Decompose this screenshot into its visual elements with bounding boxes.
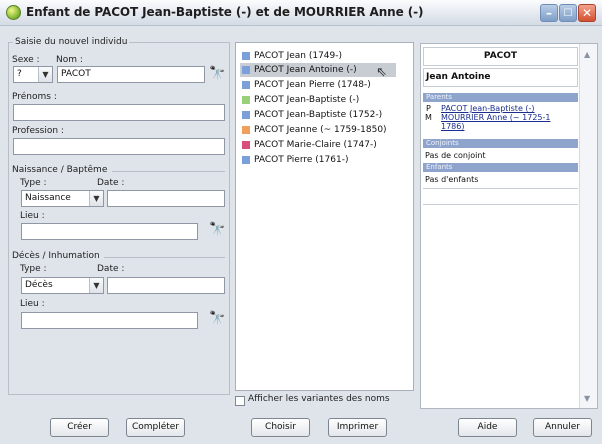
list-item-label: PACOT Jean-Baptiste (1752-): [254, 110, 383, 120]
list-item[interactable]: PACOT Jean (1749-): [240, 49, 396, 63]
nom-input[interactable]: PACOT: [57, 66, 205, 83]
person-color-marker: [242, 111, 250, 119]
divider: [112, 171, 225, 172]
prenoms-input[interactable]: [13, 104, 225, 121]
binoculars-icon[interactable]: 🔭: [209, 312, 225, 326]
father-link[interactable]: PACOT Jean-Baptiste (-): [441, 104, 535, 113]
list-item-label: PACOT Jean Antoine (-): [254, 65, 357, 75]
deces-date-input[interactable]: [107, 277, 225, 294]
list-item-label: PACOT Jean-Baptiste (-): [254, 95, 360, 105]
mother-prefix: M: [425, 113, 432, 122]
choisir-button[interactable]: Choisir: [251, 418, 310, 437]
maximize-button[interactable]: ☐: [559, 4, 577, 22]
name-variants-label: Afficher les variantes des noms: [248, 394, 390, 404]
imprimer-button[interactable]: Imprimer: [328, 418, 387, 437]
naissance-lieu-label: Lieu :: [20, 211, 45, 221]
detail-surname: PACOT: [483, 51, 518, 61]
profession-input[interactable]: [13, 138, 225, 155]
father-prefix: P: [426, 104, 431, 113]
person-color-marker: [242, 126, 250, 134]
naissance-type-value: Naissance: [25, 193, 71, 203]
enfants-header: Enfants: [423, 163, 578, 172]
list-item[interactable]: PACOT Pierre (1761-): [240, 153, 396, 167]
naissance-type-label: Type :: [20, 178, 47, 188]
naissance-date-input[interactable]: [107, 190, 225, 207]
list-item[interactable]: PACOT Jean-Baptiste (-): [240, 93, 396, 107]
list-item[interactable]: PACOT Jeanne (~ 1759-1850): [240, 123, 396, 137]
conjoints-header: Conjoints: [423, 139, 578, 148]
deces-type-label: Type :: [20, 264, 47, 274]
binoculars-icon[interactable]: 🔭: [209, 67, 225, 81]
chevron-down-icon: ▼: [89, 191, 103, 206]
chevron-down-icon: ▼: [38, 67, 52, 82]
person-color-marker: [242, 141, 250, 149]
person-color-marker: [242, 52, 250, 60]
divider: [423, 204, 578, 205]
list-item-label: PACOT Jean (1749-): [254, 51, 343, 61]
person-color-marker: [242, 156, 250, 164]
person-color-marker: [242, 96, 250, 104]
naissance-type-select[interactable]: Naissance ▼: [21, 190, 104, 207]
scroll-down-icon[interactable]: ▼: [584, 394, 590, 403]
sexe-select[interactable]: ? ▼: [13, 66, 53, 83]
deces-lieu-input[interactable]: [21, 312, 198, 329]
mouse-cursor-icon: ⇖: [376, 65, 387, 80]
deces-type-select[interactable]: Décès ▼: [21, 277, 104, 294]
name-variants-checkbox[interactable]: [235, 396, 245, 406]
list-item-label: PACOT Pierre (1761-): [254, 155, 349, 165]
deces-title: Décès / Inhumation: [12, 251, 100, 261]
sexe-value: ?: [17, 69, 22, 79]
binoculars-icon[interactable]: 🔭: [209, 223, 225, 237]
aide-button[interactable]: Aide: [458, 418, 517, 437]
scroll-up-icon[interactable]: ▲: [584, 50, 590, 59]
list-item-label: PACOT Marie-Claire (1747-): [254, 140, 377, 150]
prenoms-label: Prénoms :: [12, 92, 57, 102]
divider: [423, 188, 578, 189]
conjoints-text: Pas de conjoint: [425, 151, 486, 160]
parents-header: Parents: [423, 93, 578, 102]
deces-type-value: Décès: [25, 280, 53, 290]
app-icon: [6, 5, 21, 20]
creer-button[interactable]: Créer: [50, 418, 109, 437]
list-item-label: PACOT Jeanne (~ 1759-1850): [254, 125, 387, 135]
naissance-title: Naissance / Baptême: [12, 165, 108, 175]
list-item-label: PACOT Jean Pierre (1748-): [254, 80, 371, 90]
enfants-text: Pas d'enfants: [425, 175, 479, 184]
minimize-button[interactable]: –: [540, 4, 558, 22]
detail-scrollbar[interactable]: ▲ ▼: [579, 44, 597, 408]
deces-date-label: Date :: [97, 264, 125, 274]
annuler-button[interactable]: Annuler: [533, 418, 592, 437]
window-title: Enfant de PACOT Jean-Baptiste (-) et de …: [26, 5, 424, 19]
list-item[interactable]: PACOT Marie-Claire (1747-): [240, 138, 396, 152]
completer-button[interactable]: Compléter: [126, 418, 185, 437]
mother-link[interactable]: MOURRIER Anne (~ 1725-1: [441, 113, 550, 122]
new-person-form: Saisie du nouvel individu Sexe : Nom : ?…: [8, 37, 230, 395]
sexe-label: Sexe :: [12, 55, 40, 65]
mother-link-continued[interactable]: 1786): [441, 122, 464, 131]
deces-lieu-label: Lieu :: [20, 299, 45, 309]
chevron-down-icon: ▼: [89, 278, 103, 293]
list-item[interactable]: PACOT Jean Pierre (1748-): [240, 78, 396, 92]
detail-given-name: Jean Antoine: [426, 72, 491, 82]
person-color-marker: [242, 66, 250, 74]
divider: [104, 257, 225, 258]
close-button[interactable]: ✕: [578, 4, 596, 22]
naissance-date-label: Date :: [97, 178, 125, 188]
form-section-title: Saisie du nouvel individu: [15, 37, 128, 47]
profession-label: Profession :: [12, 126, 64, 136]
naissance-lieu-input[interactable]: [21, 223, 198, 240]
dialog-window: Enfant de PACOT Jean-Baptiste (-) et de …: [0, 0, 602, 444]
list-item[interactable]: PACOT Jean-Baptiste (1752-): [240, 108, 396, 122]
nom-label: Nom :: [56, 55, 83, 65]
homonym-list[interactable]: PACOT Jean (1749-) PACOT Jean Antoine (-…: [235, 42, 414, 391]
person-color-marker: [242, 81, 250, 89]
list-item-selected[interactable]: PACOT Jean Antoine (-): [240, 63, 396, 77]
